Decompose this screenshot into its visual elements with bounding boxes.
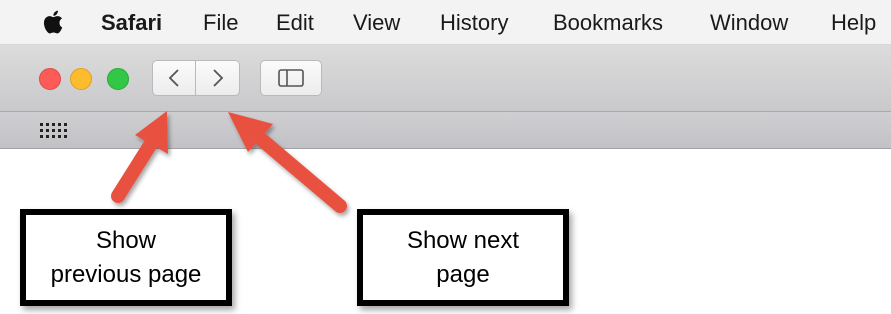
zoom-window-button[interactable] (107, 68, 129, 90)
sidebar-icon (278, 69, 304, 87)
callout-prev-line1: Show (95, 226, 157, 254)
chevron-left-icon (168, 69, 179, 87)
menu-file[interactable]: File (203, 10, 238, 36)
forward-button[interactable] (196, 60, 240, 96)
callout-prev-line2: previous page (50, 260, 202, 288)
favorites-bar (0, 112, 891, 149)
callout-show-next-page: Show next page (357, 209, 569, 306)
minimize-window-button[interactable] (70, 68, 92, 90)
grid-icon[interactable] (39, 122, 67, 140)
apple-logo-icon[interactable] (42, 9, 66, 35)
menu-bar: Safari File Edit View History Bookmarks … (0, 0, 891, 45)
menu-app-name[interactable]: Safari (101, 10, 162, 36)
back-button[interactable] (152, 60, 196, 96)
menu-history[interactable]: History (440, 10, 508, 36)
callout-next-line2: page (436, 260, 490, 288)
close-window-button[interactable] (39, 68, 61, 90)
menu-view[interactable]: View (353, 10, 400, 36)
menu-bookmarks[interactable]: Bookmarks (553, 10, 663, 36)
sidebar-toggle-button[interactable] (260, 60, 322, 96)
menu-window[interactable]: Window (710, 10, 788, 36)
browser-toolbar (0, 45, 891, 112)
menu-help[interactable]: Help (831, 10, 876, 36)
menu-edit[interactable]: Edit (276, 10, 314, 36)
callout-show-previous-page: Show previous page (20, 209, 232, 306)
callout-next-line1: Show next (406, 226, 520, 254)
chevron-right-icon (212, 69, 223, 87)
